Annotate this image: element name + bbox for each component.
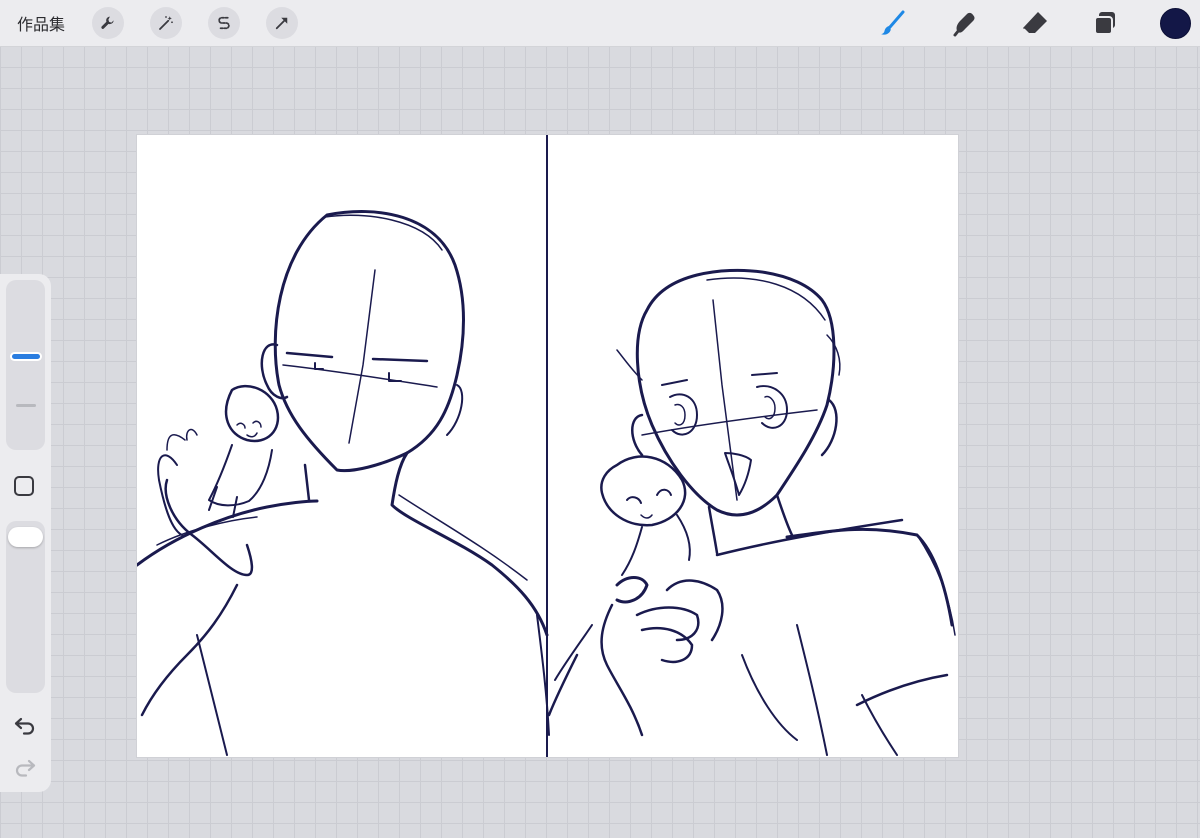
magic-wand-icon [159, 16, 173, 30]
undo-icon[interactable] [12, 714, 38, 738]
opacity-slider[interactable] [6, 521, 45, 693]
brush-tool-button[interactable] [876, 6, 910, 40]
right-figure [547, 268, 956, 756]
arrow-cursor-icon [275, 17, 288, 30]
wrench-icon [101, 16, 114, 29]
brush-icon [881, 10, 905, 35]
brush-size-thumb[interactable] [12, 354, 40, 359]
sketch-artwork [137, 135, 956, 757]
eraser-icon [1023, 12, 1047, 35]
redo-icon[interactable] [12, 756, 38, 780]
brush-size-marker [16, 404, 36, 407]
selection-button[interactable] [208, 7, 240, 39]
smudge-icon [953, 12, 975, 37]
left-sidebar [0, 274, 51, 792]
layers-icon [1094, 12, 1115, 35]
transform-button[interactable] [266, 7, 298, 39]
gallery-button[interactable]: 作品集 [17, 11, 65, 35]
left-figure [137, 210, 550, 756]
drawing-canvas[interactable] [137, 135, 958, 757]
eraser-tool-button[interactable] [1018, 6, 1052, 40]
actions-button[interactable] [92, 7, 124, 39]
layers-button[interactable] [1088, 6, 1122, 40]
brush-size-slider[interactable] [6, 280, 45, 450]
modify-button[interactable] [14, 476, 34, 496]
selection-s-icon [218, 16, 230, 30]
smudge-tool-button[interactable] [948, 6, 982, 40]
top-toolbar: 作品集 [0, 0, 1200, 47]
color-picker-button[interactable] [1160, 8, 1191, 39]
opacity-thumb[interactable] [8, 527, 43, 547]
adjustments-button[interactable] [150, 7, 182, 39]
